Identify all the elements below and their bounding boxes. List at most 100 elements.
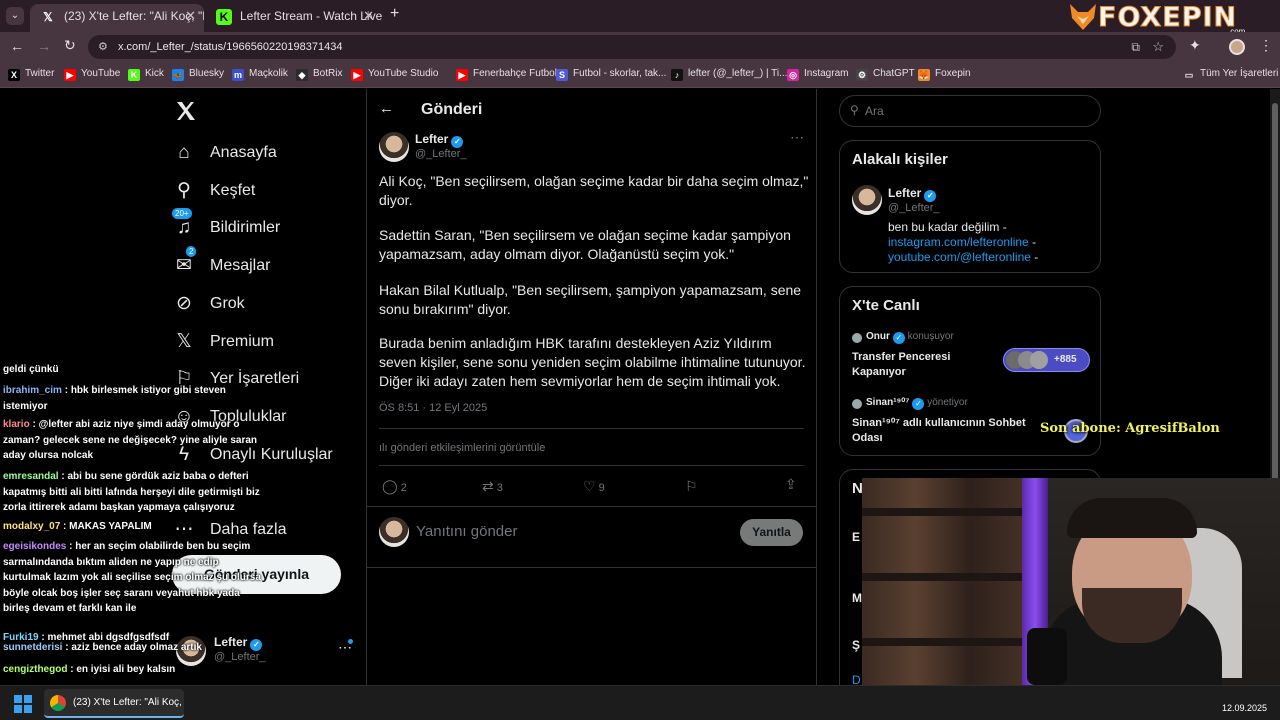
bookmark-item[interactable]: ▶ Fenerbahçe Futbol... (456, 68, 565, 81)
bookmark-label: Fenerbahçe Futbol... (473, 68, 566, 79)
mail-icon: ✉ (176, 255, 192, 276)
search-icon: ⚲ (850, 103, 859, 117)
center-left-border (366, 89, 367, 685)
reply-input[interactable]: Yanıtını gönder (416, 523, 517, 540)
install-app-icon[interactable]: ⧉ (1131, 35, 1140, 59)
bookmark-favicon-icon: ◆ (296, 69, 308, 81)
x-logo-icon[interactable] (174, 99, 198, 123)
bookmark-label: Bluesky (189, 68, 225, 79)
browser-menu-icon[interactable]: ⋮ (1259, 37, 1273, 54)
repost-action[interactable]: ⇄ 3 (482, 478, 503, 495)
bookmark-item[interactable]: ▶ YouTube (64, 68, 120, 81)
bookmark-item[interactable]: 🦊 Foxepin (918, 68, 971, 81)
like-count: 9 (598, 482, 605, 494)
bookmark-favicon-icon: 🦋 (172, 69, 184, 81)
bookmark-favicon-icon: 🦊 (918, 69, 930, 81)
bookmark-label: Futbol - skorlar, tak... (573, 68, 667, 79)
url-text: x.com/_Lefter_/status/196656022019837143… (118, 41, 343, 53)
tab-x-post[interactable]: 𝕏 (23) X'te Lefter: "Ali Koç, "Ben se ✕ (30, 4, 204, 32)
listeners-pill: +885 (1003, 348, 1090, 372)
bookmark-favicon-icon: X (8, 69, 20, 81)
youtube-link[interactable]: youtube.com/@lefteronline (888, 250, 1031, 264)
show-more-link[interactable]: D (852, 673, 861, 685)
close-tab-icon[interactable]: ✕ (185, 4, 196, 28)
bookmark-star-icon[interactable]: ☆ (1152, 35, 1164, 59)
listener-count: +885 (1054, 354, 1077, 365)
trend-item[interactable]: M (852, 591, 862, 605)
bookmark-item[interactable]: ⚙ ChatGPT (856, 68, 915, 81)
foxepin-wordmark: FOXEPIN (1097, 2, 1238, 34)
trend-item[interactable]: Ş (852, 638, 860, 652)
instagram-link[interactable]: instagram.com/lefteronline (888, 235, 1029, 249)
bookmark-item[interactable]: ◆ BotRix (296, 68, 342, 81)
site-info-icon[interactable]: ⚙ (98, 35, 108, 59)
sidebar-item-label: Bildirimler (210, 219, 281, 236)
all-bookmarks-folder[interactable]: ▭ Tüm Yer İşaretleri (1183, 68, 1279, 81)
like-action[interactable]: ♡ 9 (583, 478, 605, 495)
post-author-name[interactable]: Lefter ✓ (415, 132, 464, 148)
tab-title: Lefter Stream - Watch Live on K (240, 9, 382, 23)
reply-icon: ◯ (382, 478, 398, 494)
taskbar-date[interactable]: 12.09.2025 (1222, 703, 1267, 713)
tab-kick-stream[interactable]: K Lefter Stream - Watch Live on K ✕ (206, 4, 382, 32)
extensions-icon[interactable]: ✦ (1189, 37, 1201, 54)
search-input[interactable]: ⚲ Ara (839, 95, 1101, 127)
live-item-1[interactable]: Onur ✓ konuşuyor Transfer Penceresi Kapan… (852, 331, 1092, 381)
live-space-title: Transfer Penceresi Kapanıyor (852, 351, 951, 378)
back-arrow-icon[interactable]: ← (379, 100, 394, 117)
chat-username: modalxy_07 (3, 521, 61, 532)
shelf (862, 573, 1042, 581)
back-icon[interactable]: ← (10, 38, 24, 54)
taskbar-chrome-app[interactable]: (23) X'te Lefter: "Ali Koç, "Ben s... (44, 689, 184, 718)
bookmark-action-icon[interactable]: ⚐ (685, 478, 698, 495)
chrome-icon (50, 695, 66, 711)
profile-avatar[interactable] (1229, 39, 1245, 55)
center-right-border (816, 89, 817, 685)
chat-username: egeisikondes (3, 541, 67, 552)
trend-item[interactable]: E (852, 530, 860, 544)
reload-icon[interactable]: ↻ (64, 37, 76, 54)
related-handle: @_Lefter_ (888, 202, 940, 214)
bookmark-item[interactable]: ♪ lefter (@_lefter_) | Ti... (671, 68, 787, 81)
chat-separator: : (60, 521, 70, 532)
reply-action[interactable]: ◯ 2 (382, 478, 407, 495)
windows-start-icon[interactable] (14, 695, 32, 713)
webcam-overlay (862, 478, 1280, 685)
forward-icon[interactable]: → (37, 38, 51, 54)
post-author-handle[interactable]: @_Lefter_ (415, 148, 467, 160)
post-author-avatar[interactable] (379, 132, 409, 162)
post-more-icon[interactable]: ⋯ (790, 129, 804, 146)
bookmark-item[interactable]: X Twitter (8, 68, 54, 81)
grok-icon: ⊘ (176, 293, 192, 314)
bookmark-item[interactable]: K Kick (128, 68, 164, 81)
close-tab-icon[interactable]: ✕ (363, 4, 374, 28)
bookmark-item[interactable]: 🦋 Bluesky (172, 68, 224, 81)
bookmark-item[interactable]: ◎ Instagram (787, 68, 848, 81)
browser-toolbar: ← → ↻ ⚙ x.com/_Lefter_/status/1966560220… (0, 32, 1280, 62)
tab-search-button[interactable]: ⌄ (6, 7, 24, 25)
bookmark-item[interactable]: m Maçkolik (232, 68, 288, 81)
post-timestamp[interactable]: ÖS 8:51 · 12 Eyl 2025 (379, 402, 487, 414)
related-name[interactable]: Lefter ✓ (888, 186, 937, 202)
repost-count: 3 (496, 482, 503, 494)
related-bio: ben bu kadar değilim - (888, 220, 1007, 234)
bookmark-favicon-icon: ♪ (671, 69, 683, 81)
view-engagements-link[interactable]: ılı gönderi etkileşimlerini görüntüle (379, 442, 545, 454)
bookmark-item[interactable]: ▶ YouTube Studio (351, 68, 438, 81)
bookmark-label: Instagram (804, 68, 849, 79)
sidebar-item-label: Grok (210, 295, 245, 312)
chat-message: geldi çünkü (3, 362, 265, 378)
sidebar-item-label: Premium (210, 333, 275, 350)
address-bar[interactable]: ⚙ x.com/_Lefter_/status/1966560220198371… (88, 35, 1176, 59)
bookmark-item[interactable]: S Futbol - skorlar, tak... (556, 68, 666, 81)
post-text-p4: Burada benim anladığım HBK tarafını dest… (379, 335, 806, 389)
post-text-p3: Hakan Bilal Kutlualp, "Ben seçilirsem, ş… (379, 282, 802, 317)
new-tab-button[interactable]: + (390, 5, 399, 23)
chat-message: sunnetderisi : aziz bence aday olmaz art… (3, 640, 265, 656)
bell-icon: ♫ (176, 217, 192, 238)
share-icon[interactable]: ⇪ (785, 476, 797, 493)
related-avatar[interactable] (852, 185, 882, 215)
verified-badge-icon: ✓ (924, 190, 937, 202)
reply-button[interactable]: Yanıtla (740, 519, 803, 546)
post-text-p1: Ali Koç, "Ben seçilirsem, olağan seçime … (379, 173, 809, 208)
